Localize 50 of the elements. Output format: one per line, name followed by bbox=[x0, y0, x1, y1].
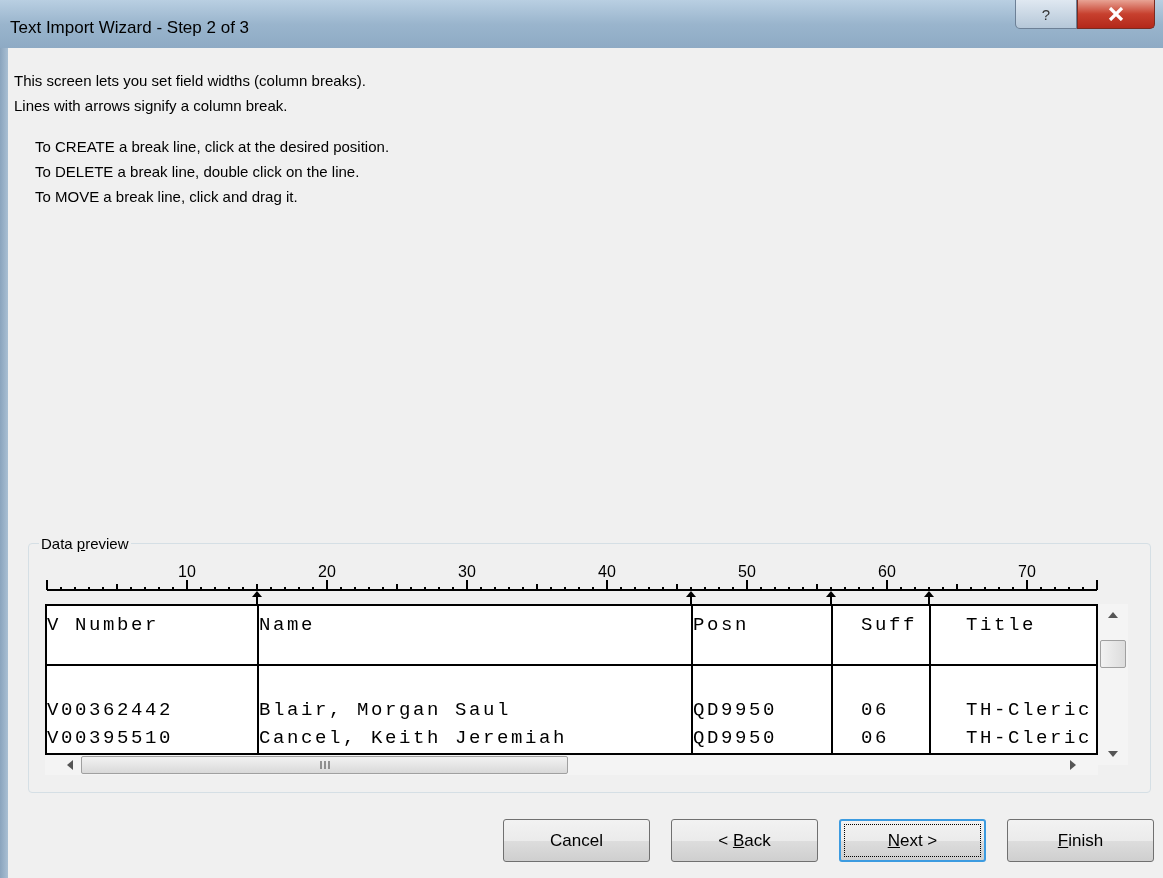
scroll-thumb[interactable] bbox=[81, 756, 568, 774]
column-header: Posn bbox=[693, 614, 749, 636]
ruler-label: 50 bbox=[738, 563, 756, 580]
break-arrow-icon[interactable] bbox=[826, 591, 836, 604]
left-arrow-icon[interactable] bbox=[67, 760, 73, 770]
vertical-scrollbar[interactable] bbox=[1098, 604, 1128, 765]
column-header: Title bbox=[966, 614, 1036, 636]
back-button[interactable]: < Back bbox=[671, 819, 818, 862]
close-icon bbox=[1108, 7, 1124, 21]
right-arrow-icon[interactable] bbox=[1070, 760, 1076, 770]
ruler-label: 20 bbox=[318, 563, 336, 580]
table-cell: QD9950 bbox=[693, 727, 777, 749]
help-button[interactable]: ? bbox=[1015, 0, 1077, 29]
table-cell: QD9950 bbox=[693, 699, 777, 721]
table-cell: V00362442 bbox=[47, 699, 174, 721]
table-cell: 06 bbox=[861, 699, 889, 721]
break-arrow-icon[interactable] bbox=[686, 591, 696, 604]
window-title: Text Import Wizard - Step 2 of 3 bbox=[10, 18, 250, 38]
finish-button[interactable]: Finish bbox=[1007, 819, 1154, 862]
data-preview-table[interactable]: V Number V00362442 V00395510 Name Blair, Morgan Saul Cancel, Keith Jeremiah Posn QD9950 QD9950 Suff 06 06 Title TH-Cleric TH-Cleric bbox=[45, 604, 1098, 755]
intro-text: Lines with arrows signify a column break. bbox=[14, 96, 289, 116]
table-cell: Cancel, Keith Jeremiah bbox=[259, 727, 568, 749]
ruler-label: 10 bbox=[178, 563, 196, 580]
instruction-text: To DELETE a break line, double click on the line. bbox=[35, 162, 361, 182]
scroll-thumb[interactable] bbox=[1100, 640, 1126, 668]
group-label: Data preview bbox=[40, 535, 130, 552]
column-header: Name bbox=[259, 614, 315, 636]
down-arrow-icon[interactable] bbox=[1108, 751, 1118, 757]
next-button[interactable]: Next > bbox=[839, 819, 986, 862]
grip-icon bbox=[319, 761, 330, 769]
table-cell: V00395510 bbox=[47, 727, 174, 749]
up-arrow-icon[interactable] bbox=[1108, 612, 1118, 618]
cancel-button[interactable]: Cancel bbox=[503, 819, 650, 862]
ruler-label: 30 bbox=[458, 563, 476, 580]
table-cell: TH-Cleric bbox=[966, 699, 1093, 721]
horizontal-scrollbar[interactable] bbox=[45, 755, 1098, 775]
column-header: Suff bbox=[861, 614, 917, 636]
instruction-text: To CREATE a break line, click at the desired position. bbox=[35, 137, 391, 157]
break-arrow-icon[interactable] bbox=[924, 591, 934, 604]
ruler-label: 60 bbox=[878, 563, 896, 580]
intro-text: This screen lets you set field widths (column breaks). bbox=[14, 71, 367, 91]
table-cell: Blair, Morgan Saul bbox=[259, 699, 512, 721]
column-header: V Number bbox=[47, 614, 159, 636]
break-arrow-icon[interactable] bbox=[252, 591, 262, 604]
instruction-text: To MOVE a break line, click and drag it. bbox=[35, 187, 299, 207]
table-cell: TH-Cleric bbox=[966, 727, 1093, 749]
close-button[interactable] bbox=[1077, 0, 1155, 29]
table-cell: 06 bbox=[861, 727, 889, 749]
ruler-label: 40 bbox=[598, 563, 616, 580]
ruler-label: 70 bbox=[1018, 563, 1036, 580]
